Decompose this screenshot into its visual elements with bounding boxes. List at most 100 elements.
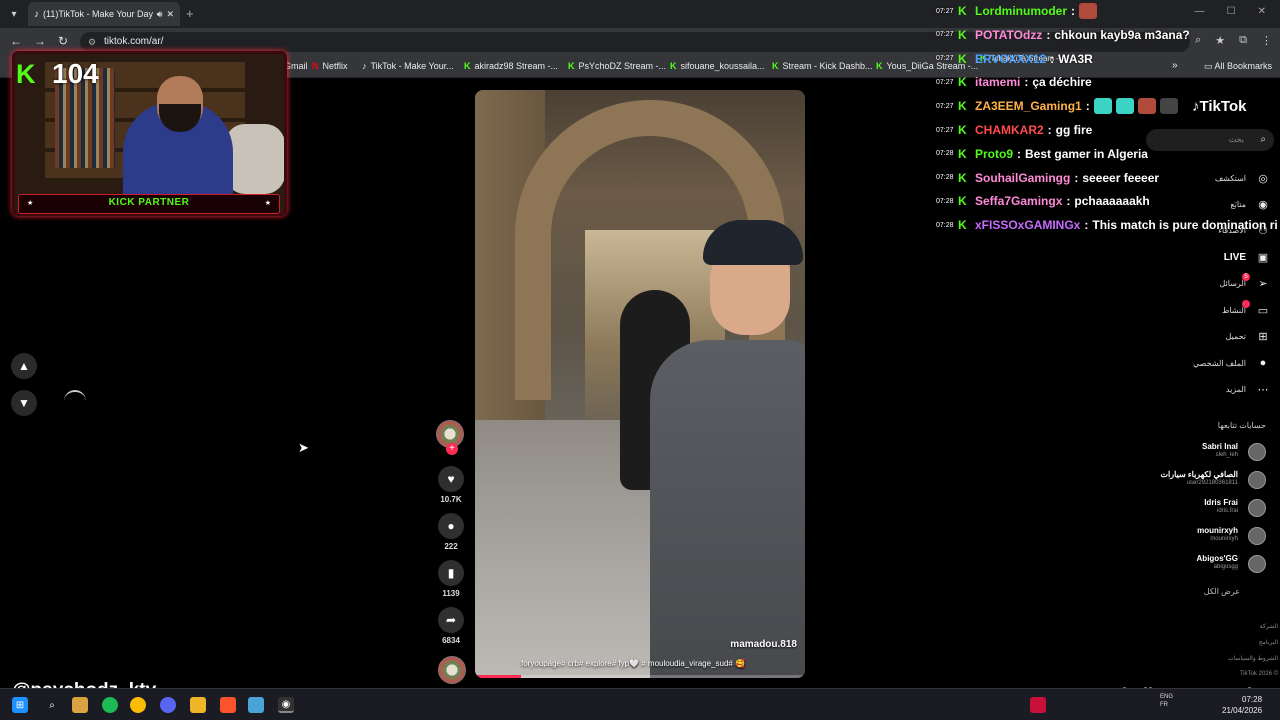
video-player[interactable]: mamadou.818 foryoupage# crb# explore# fy… [475,90,805,678]
sidebar-item[interactable]: LIVE ▣ [1150,247,1270,267]
tab-search-icon[interactable]: ▾ [4,4,24,24]
tab-tiktok[interactable]: ♪ (11)TikTok - Make Your Day 🔊︎ ✕ [28,2,180,26]
chat-message: 07:28 K Seffa7Gamingx: pchaaaaaakh [936,190,1150,212]
kick-icon: K [876,61,883,71]
chat-username[interactable]: Seffa7Gamingx [975,194,1062,208]
follow-plus-icon[interactable]: + [446,443,458,455]
bookmark-gmail[interactable]: Gmail [284,61,308,71]
webcam-chair [225,124,284,194]
following-item[interactable]: Idris Frai idris.frai [1130,497,1266,519]
system-clock[interactable]: 07:28 21/04/2026 [1222,694,1262,716]
spotify-icon[interactable] [102,697,118,713]
footer-link[interactable]: الشروط والسياسات [1158,655,1278,662]
share-icon[interactable]: ➦ [438,607,464,633]
viewer-count: 104 [52,58,99,89]
bookmark-psychodz[interactable]: K PsYchoDZ Stream -... [568,61,666,71]
following-item[interactable]: Sabri Inal sleh_leh [1130,441,1266,463]
bookmark-icon[interactable]: ▮ [438,560,464,586]
file-explorer-icon[interactable] [190,697,206,713]
tray-app-icon[interactable] [1030,697,1046,713]
following-item[interactable]: الصافي لكهرباء سيارات user2921803618​11 [1130,469,1266,491]
emote-icon [1115,98,1134,115]
avatar[interactable] [1248,471,1266,489]
brave-icon[interactable] [220,697,236,713]
chat-message: 07:27 K ZA3EEM_Gaming1: [936,95,1182,117]
previous-video-button[interactable]: ▲ [11,353,37,379]
video-author[interactable]: mamadou.818 [730,639,797,650]
avatar[interactable] [1248,555,1266,573]
chrome-icon[interactable] [130,697,146,713]
chat-username[interactable]: Lordminumoder [975,4,1067,18]
discord-icon[interactable] [160,697,176,713]
screen: { "browser": { "tab": { "title": "(11)Ti… [0,0,1280,720]
site-info-icon[interactable]: ⚙ [88,32,96,52]
chat-timestamp: 07:27 [936,31,954,39]
chat-timestamp: 07:27 [936,7,954,15]
heart-icon[interactable]: ♥ [438,466,464,492]
kick-badge-icon: K [958,170,967,185]
chat-username[interactable]: ERVOXXX12 [975,52,1046,66]
forward-icon[interactable]: → [34,34,46,48]
comment-action[interactable]: ● 222 [438,513,464,551]
bookmark-tiktok[interactable]: ♪ TikTok - Make Your... [362,61,454,71]
back-icon[interactable]: ← [10,34,22,48]
mouse-cursor-icon: ➤ [298,440,309,455]
following-item[interactable]: mounirxyh mounirxyh [1130,525,1266,547]
sidebar-item[interactable]: الملف الشخصي ● [1150,353,1270,373]
following-username: user2921803618​11 [1186,480,1238,486]
sidebar-item-label: الملف الشخصي [1192,358,1246,368]
chat-username[interactable]: POTATOdzz [975,28,1042,42]
video-caption: foryoupage# crb# explore# fyp🤍 # mouloud… [521,659,746,668]
sidebar-item[interactable]: الرسائل ➢ 5 [1150,273,1270,293]
chat-username[interactable]: Proto9 [975,147,1013,161]
chat-text: Best gamer in Algeria [1025,146,1148,161]
see-all-link[interactable]: عرض الكل [1150,587,1240,596]
language-indicator[interactable]: ENG FR [1160,693,1173,709]
music-disc[interactable] [438,656,466,684]
video-progress-bar[interactable] [475,675,805,678]
sidebar-item[interactable]: المزيد ⋯ [1150,379,1270,399]
close-tab-icon[interactable]: ✕ [166,9,174,20]
chat-username[interactable]: itamemi [975,75,1020,89]
bookmark-sifouane[interactable]: Ksifouane_koussaila... [670,61,765,71]
new-tab-button[interactable]: + [186,6,194,21]
chat-username[interactable]: ZA3EEM_Gaming1 [975,99,1082,113]
emote-icon [1159,98,1178,115]
chat-username[interactable]: xFISSOxGAMINGx [975,218,1080,232]
bookmark-akiradz98[interactable]: Kakiradz98 Stream -... [464,61,558,71]
speaker-icon[interactable]: 🔊︎ [157,9,163,20]
next-video-button[interactable]: ▼ [11,390,37,416]
emote-icon [1093,98,1112,115]
obs-icon[interactable]: ◉ [278,697,294,713]
emote-icon [1079,3,1097,19]
save-action[interactable]: ▮ 1139 [438,560,464,598]
chat-username[interactable]: CHAMKAR2 [975,123,1044,137]
sidebar-item-label: الرسائل [1219,278,1247,288]
author-avatar[interactable]: + [436,420,464,455]
avatar[interactable] [1248,527,1266,545]
comment-icon[interactable]: ● [438,513,464,539]
bookmark-kick-dashboard[interactable]: K Stream - Kick Dashb... [772,61,873,71]
chat-message: 07:27 K Lordminumoder: [936,0,1101,22]
following-name: Idris Frai [1204,498,1238,507]
taskbar-search-icon[interactable]: ⌕ [44,697,60,713]
sidebar-item[interactable]: تحميل ⊞ [1150,326,1270,346]
footer-link[interactable]: TikTok 2026 © [1158,671,1278,677]
chat-username[interactable]: SouhailGamingg [975,171,1070,185]
sidebar-item[interactable]: النشاط ▭ [1150,300,1270,320]
chat-message: 07:28 K Proto9: Best gamer in Algeria [936,143,1148,165]
footer-link[interactable]: البرنامج [1158,639,1278,646]
taskbar-app-icon[interactable] [72,697,88,713]
photos-icon[interactable] [248,697,264,713]
bookmark-netflix[interactable]: N Netflix [312,61,348,71]
avatar[interactable] [1248,443,1266,461]
following-item[interactable]: Abigos'GG abigosgg [1130,553,1266,575]
avatar[interactable] [1248,499,1266,517]
like-action[interactable]: ♥ 10.7K [438,466,464,504]
music-avatar[interactable] [438,656,466,684]
following-username: mounirxyh [1210,536,1238,542]
footer-link[interactable]: الشركة [1158,623,1278,630]
windows-start-icon[interactable]: ⊞ [12,697,28,713]
share-action[interactable]: ➦ 6834 [438,607,464,645]
reload-icon[interactable]: ↻ [58,34,68,48]
